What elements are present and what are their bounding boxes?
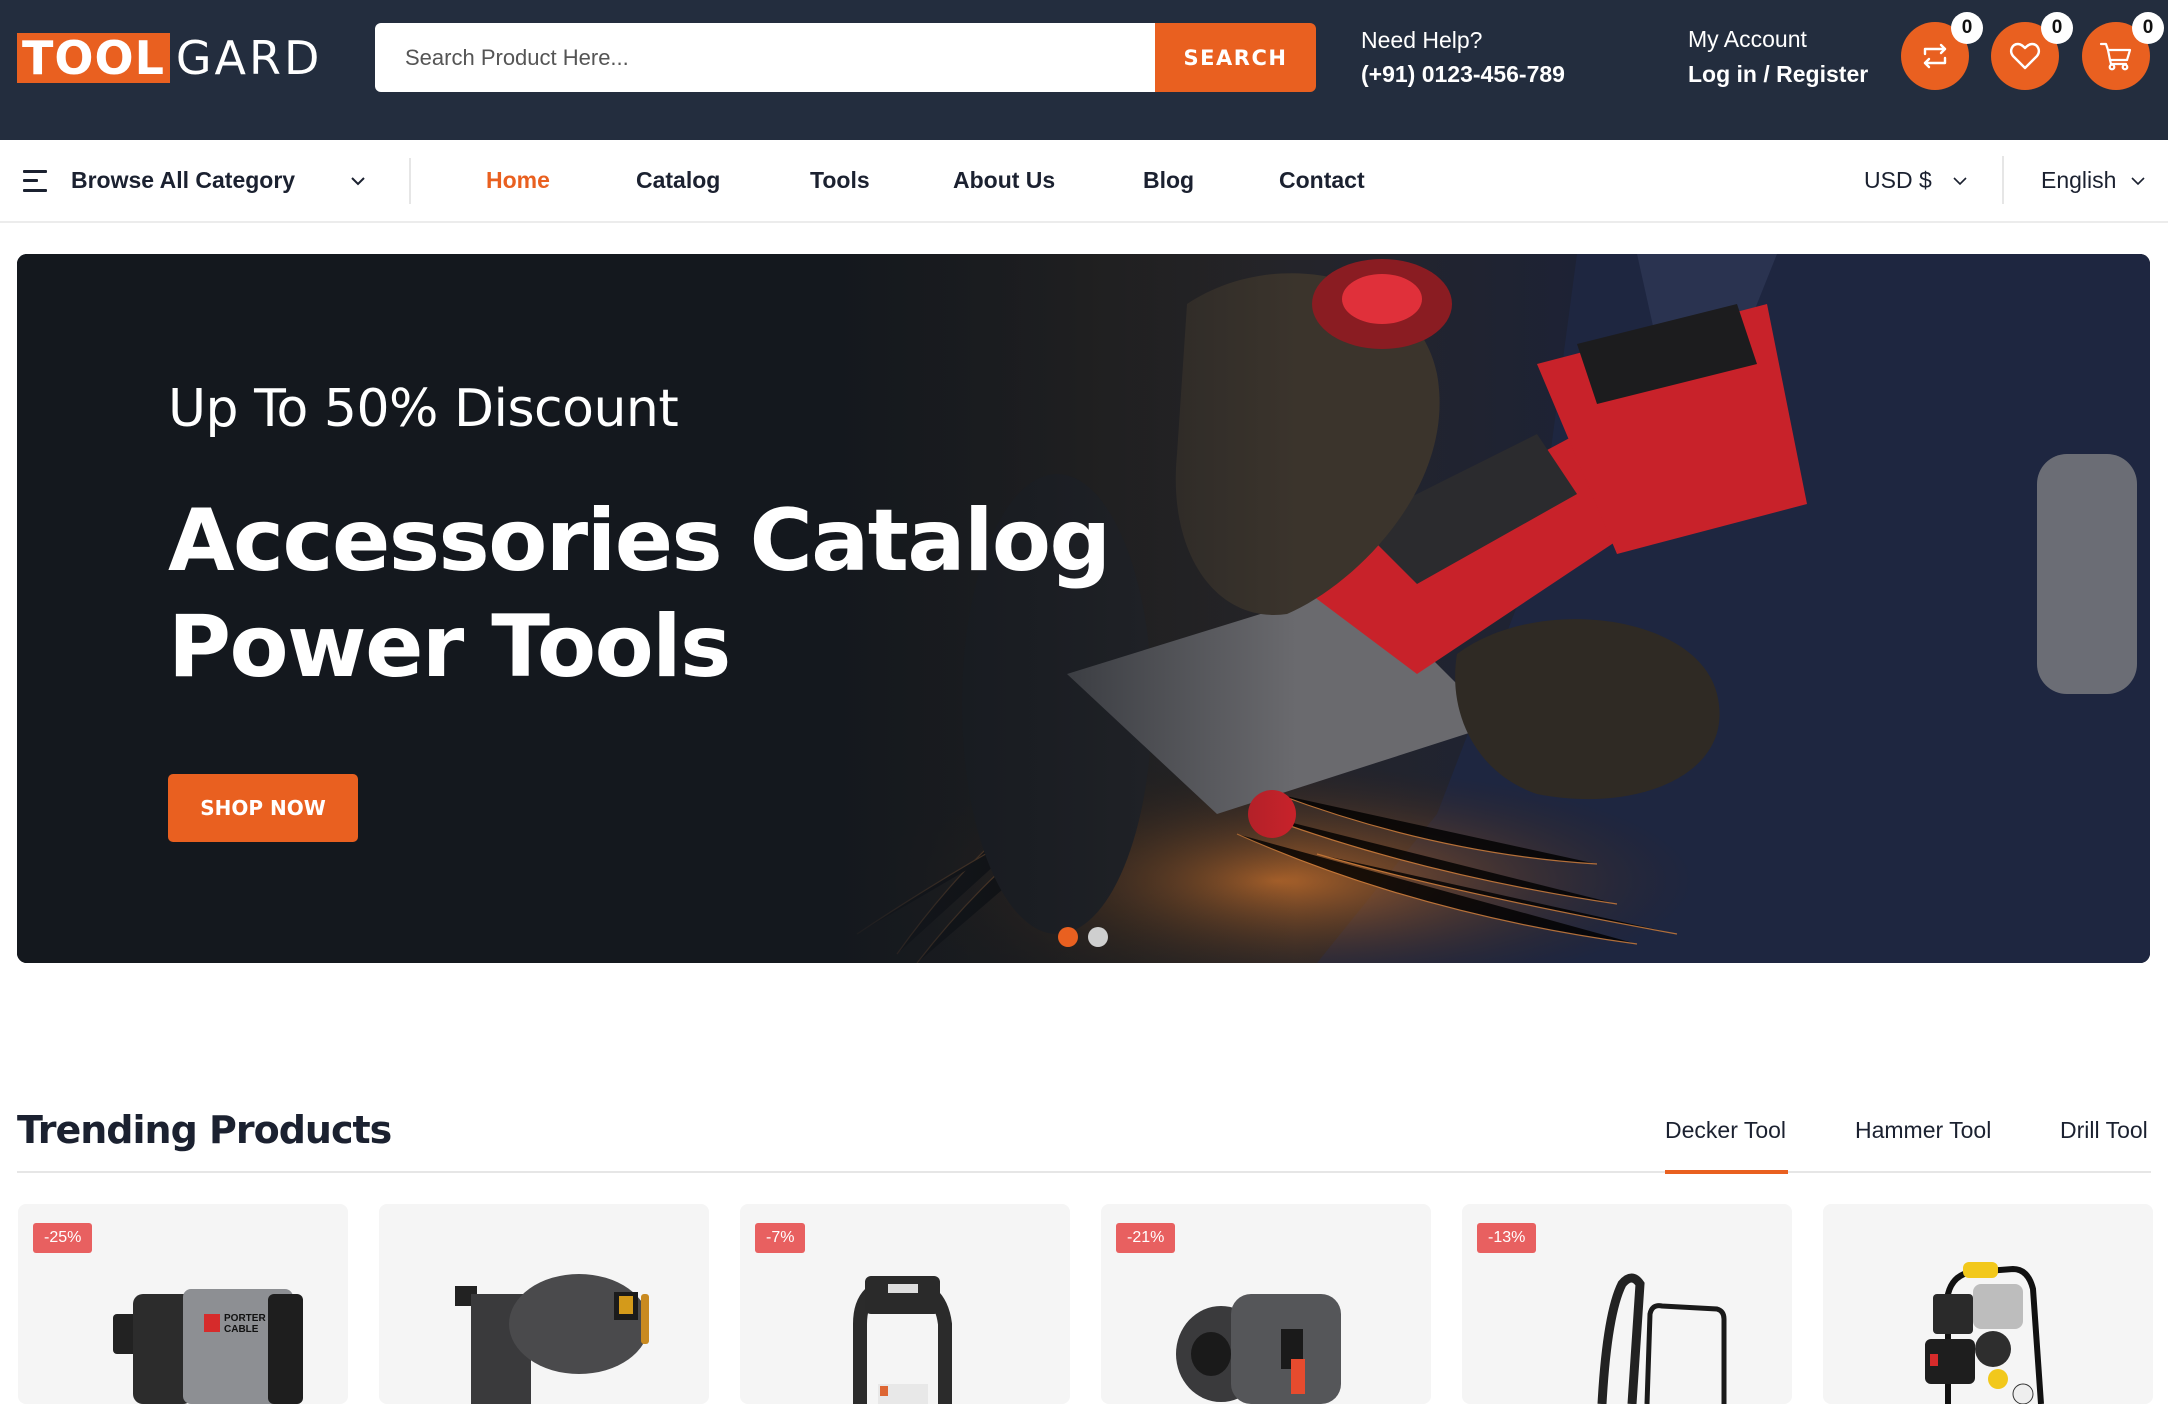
nav-divider <box>409 158 411 204</box>
product-card[interactable] <box>1823 1204 2153 1404</box>
wishlist-button[interactable]: 0 <box>1991 12 2073 90</box>
account-label: My Account <box>1688 26 1807 52</box>
product-image-nail-gun <box>455 1274 649 1404</box>
product-card[interactable]: -25% PORTER CABLE <box>18 1204 348 1404</box>
slider-dot-2[interactable] <box>1088 927 1108 947</box>
account-block: My Account Log in / Register <box>1688 23 1868 93</box>
browse-chevron-down-icon[interactable] <box>350 140 366 221</box>
active-tab-indicator <box>1665 1170 1788 1174</box>
trending-divider <box>17 1171 2151 1173</box>
login-register-link[interactable]: Log in / Register <box>1688 55 1868 93</box>
nav-catalog[interactable]: Catalog <box>636 140 720 221</box>
nav-about-us[interactable]: About Us <box>953 140 1055 221</box>
product-image-wet-dry-vacuum <box>853 1276 952 1404</box>
compare-count-badge: 0 <box>1951 12 1983 44</box>
browse-category-label: Browse All Category <box>71 167 296 193</box>
banner-title-line1: Accessories Catalog <box>168 491 1111 591</box>
discount-badge: -13% <box>1477 1223 1537 1253</box>
discount-badge: -25% <box>33 1223 93 1253</box>
logo-gard-text: GARD <box>175 31 323 85</box>
browse-category-dropdown[interactable]: Browse All Category <box>23 140 295 221</box>
product-image-pressure-washer <box>1597 1273 1727 1404</box>
currency-chevron-down-icon <box>1953 176 1967 185</box>
discount-badge: -7% <box>755 1223 806 1253</box>
nav-tools[interactable]: Tools <box>810 140 870 221</box>
site-logo[interactable]: TOOL GARD <box>17 33 322 83</box>
discount-badge: -21% <box>1116 1223 1176 1253</box>
wishlist-count-badge: 0 <box>2041 12 2073 44</box>
nav-divider-right <box>2002 156 2004 204</box>
language-chevron-down-icon <box>2131 176 2146 185</box>
slider-dot-1-active[interactable] <box>1058 927 1078 947</box>
top-header: TOOL GARD SEARCH Need Help? (+91) 0123-4… <box>0 0 2168 140</box>
trending-section-title: Trending Products <box>17 1108 392 1152</box>
svg-text:CABLE: CABLE <box>224 1324 259 1335</box>
logo-tool-text: TOOL <box>17 33 170 83</box>
currency-select[interactable]: USD $ <box>1864 140 1968 221</box>
banner-title: Accessories Catalog Power Tools <box>168 488 1111 700</box>
shop-now-button[interactable]: SHOP NOW <box>168 774 358 842</box>
language-select[interactable]: English <box>2041 140 2146 221</box>
search-input[interactable] <box>375 23 1155 92</box>
product-card[interactable] <box>379 1204 709 1404</box>
compare-button[interactable]: 0 <box>1901 12 1983 90</box>
currency-value: USD $ <box>1864 167 1932 193</box>
banner-title-line2: Power Tools <box>168 597 731 697</box>
product-card[interactable]: -7% <box>740 1204 1070 1404</box>
nav-contact[interactable]: Contact <box>1279 140 1365 221</box>
search-bar: SEARCH <box>375 23 1316 92</box>
product-image-air-compressor <box>1925 1262 2044 1404</box>
cart-icon <box>2099 42 2132 71</box>
compare-icon <box>1923 43 1947 69</box>
tab-decker-tool[interactable]: Decker Tool <box>1665 1117 1786 1144</box>
tab-hammer-tool[interactable]: Hammer Tool <box>1855 1117 1991 1144</box>
svg-text:PORTER: PORTER <box>224 1313 266 1324</box>
nav-home[interactable]: Home <box>486 140 550 221</box>
product-image-rotary-hammer <box>1176 1294 1341 1404</box>
heart-icon <box>2010 42 2040 70</box>
banner-subtitle: Up To 50% Discount <box>168 379 679 439</box>
cart-count-badge: 0 <box>2132 12 2164 44</box>
help-contact: Need Help? (+91) 0123-456-789 <box>1361 24 1565 92</box>
product-image-impact-driver: PORTER CABLE <box>113 1289 303 1404</box>
help-label: Need Help? <box>1361 27 1483 53</box>
hero-banner: Up To 50% Discount Accessories Catalog P… <box>17 254 2150 963</box>
search-button[interactable]: SEARCH <box>1155 23 1316 92</box>
product-card[interactable]: -21% <box>1101 1204 1431 1404</box>
cart-button[interactable]: 0 <box>2082 12 2164 90</box>
language-value: English <box>2041 167 2117 193</box>
help-phone[interactable]: (+91) 0123-456-789 <box>1361 56 1565 92</box>
tab-drill-tool[interactable]: Drill Tool <box>2060 1117 2148 1144</box>
menu-icon <box>23 169 49 192</box>
main-nav: Browse All Category Home Catalog Tools A… <box>0 140 2168 223</box>
product-card[interactable]: -13% <box>1462 1204 1792 1404</box>
nav-blog[interactable]: Blog <box>1143 140 1194 221</box>
